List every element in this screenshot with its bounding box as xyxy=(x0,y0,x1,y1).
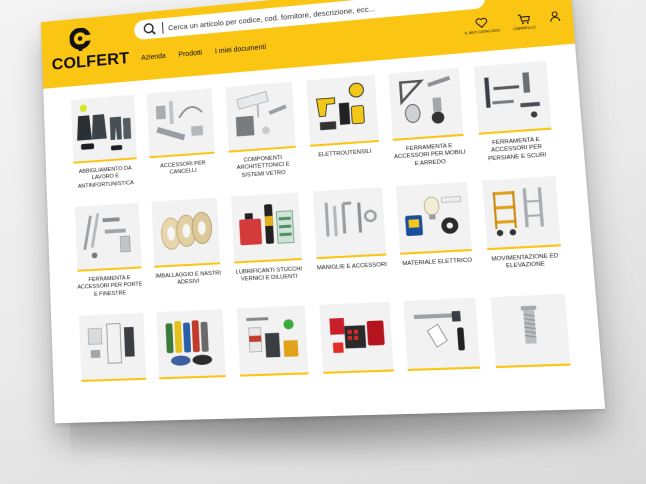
cart-button[interactable]: CARRELLO xyxy=(512,12,536,32)
category-card[interactable] xyxy=(488,293,578,410)
category-card[interactable]: COMPONENTI ARCHITETTONICI E SISTEMI VETR… xyxy=(223,81,301,190)
architectural-components-icon xyxy=(226,82,287,137)
category-label xyxy=(239,381,314,417)
cart-label: CARRELLO xyxy=(513,25,536,32)
handles-icon xyxy=(324,187,386,257)
category-thumbnail xyxy=(225,81,296,153)
category-label: LUBRIFICANTI STUCCHI VERNICI E DILUENTI xyxy=(235,266,303,283)
category-card[interactable]: MATERIALE ELETTRICO xyxy=(393,181,478,294)
search-icon[interactable] xyxy=(142,21,158,38)
gate-accessories-icon xyxy=(156,101,203,141)
colfert-logo[interactable]: COLFERT xyxy=(51,25,130,79)
category-card[interactable]: LUBRIFICANTI STUCCHI VERNICI E DILUENTI xyxy=(228,192,307,302)
workwear-icon xyxy=(76,104,132,151)
category-card[interactable] xyxy=(234,305,314,416)
category-label: MATERIALE ELETTRICO xyxy=(402,257,473,268)
category-label: MANIGLIE E ACCESSORI xyxy=(316,261,388,272)
header-actions: IL MIO CATALOGO CARRELLO xyxy=(463,9,562,36)
category-thumbnail xyxy=(482,176,562,251)
category-label: FERRAMENTA E ACCESSORI PER PERSIANE E SC… xyxy=(487,136,547,162)
category-card[interactable]: FERRAMENTA E ACCESSORI PER PORTE E FINES… xyxy=(72,202,146,309)
category-thumbnail xyxy=(396,181,473,255)
nav-item-documenti[interactable]: I miei documenti xyxy=(215,44,266,55)
electrical-material-icon xyxy=(405,182,472,237)
category-label: COMPONENTI ARCHITETTONICI E SISTEMI VETR… xyxy=(236,154,290,179)
category-label: ABBIGLIAMENTO DA LAVORO E ANTINFORTUNIST… xyxy=(77,165,134,190)
category-card[interactable] xyxy=(316,301,399,415)
sealants-icon xyxy=(165,320,213,366)
power-tools-icon xyxy=(306,75,379,131)
category-thumbnail xyxy=(306,74,379,147)
logo-text: COLFERT xyxy=(51,48,130,74)
category-thumbnail xyxy=(490,293,571,369)
tool-cases-icon xyxy=(329,317,385,354)
search-bar[interactable] xyxy=(133,0,486,41)
category-thumbnail xyxy=(388,67,465,141)
my-catalog-label: IL MIO CATALOGO xyxy=(464,28,501,36)
category-card[interactable]: ACCESSORI PER CANCELLI xyxy=(144,88,220,196)
category-thumbnail xyxy=(151,197,221,268)
tape-icon xyxy=(152,198,221,266)
category-thumbnail xyxy=(231,192,303,264)
category-card[interactable]: FERRAMENTA E ACCESSORI PER MOBILI E ARRE… xyxy=(386,67,470,181)
shutter-hardware-icon xyxy=(484,72,541,118)
category-label: FERRAMENTA E ACCESSORI PER PORTE E FINES… xyxy=(77,275,143,298)
category-label xyxy=(407,375,486,412)
main-nav: Azienda Prodotti I miei documenti xyxy=(141,44,266,62)
browser-screen: COLFERT Azienda Prodotti I miei document… xyxy=(40,0,606,424)
lifting-icon xyxy=(492,187,545,237)
category-card[interactable] xyxy=(154,309,231,418)
category-card[interactable]: MANIGLIE E ACCESSORI xyxy=(310,187,392,299)
door-window-hardware-icon xyxy=(83,213,131,259)
search-separator xyxy=(162,22,164,34)
cart-icon xyxy=(517,12,531,25)
category-card[interactable]: IMBALLAGGIO E NASTRI ADESIVI xyxy=(149,197,225,306)
category-label: ACCESSORI PER CANCELLI xyxy=(160,160,206,176)
category-grid: ABBIGLIAMENTO DA LAVORO E ANTINFORTUNIST… xyxy=(68,60,577,420)
category-label xyxy=(321,378,398,414)
category-label: FERRAMENTA E ACCESSORI PER MOBILI E ARRE… xyxy=(393,142,466,167)
search-input[interactable] xyxy=(167,0,486,32)
category-card[interactable]: FERRAMENTA E ACCESSORI PER PERSIANE E SC… xyxy=(471,60,558,174)
nav-item-prodotti[interactable]: Prodotti xyxy=(178,50,202,59)
lubricants-icon xyxy=(239,203,302,246)
heart-icon xyxy=(475,16,489,29)
category-label xyxy=(80,386,150,421)
logo-mark-icon xyxy=(69,27,91,52)
door-closer-icon xyxy=(87,313,135,380)
category-card[interactable] xyxy=(76,312,151,421)
safety-lock-icon xyxy=(414,310,466,351)
category-thumbnail xyxy=(156,309,227,380)
my-catalog-button[interactable]: IL MIO CATALOGO xyxy=(463,15,500,36)
category-label xyxy=(494,372,576,409)
category-thumbnail xyxy=(147,88,216,159)
category-thumbnail xyxy=(312,187,387,260)
nav-item-azienda[interactable]: Azienda xyxy=(141,53,166,62)
category-thumbnail xyxy=(403,297,481,372)
category-card[interactable] xyxy=(401,297,487,412)
user-icon xyxy=(548,9,562,23)
category-thumbnail xyxy=(236,305,309,377)
category-card[interactable]: MOVIMENTAZIONE ED ELEVAZIONE xyxy=(479,176,567,291)
category-thumbnail xyxy=(473,60,552,135)
account-button[interactable] xyxy=(548,9,562,24)
category-thumbnail xyxy=(319,301,394,374)
category-label: ELETTROUTENSILI xyxy=(318,148,372,159)
threaded-insert-icon xyxy=(520,305,571,344)
category-thumbnail xyxy=(74,202,142,272)
category-thumbnail xyxy=(70,94,137,164)
cleaning-products-icon xyxy=(246,317,299,358)
category-label: IMBALLAGGIO E NASTRI ADESIVI xyxy=(155,270,222,287)
category-card[interactable]: ELETTROUTENSILI xyxy=(303,74,384,186)
category-label: MOVIMENTAZIONE ED ELEVAZIONE xyxy=(491,252,559,270)
category-thumbnail xyxy=(78,312,147,382)
category-label xyxy=(158,383,230,418)
category-card[interactable]: ABBIGLIAMENTO DA LAVORO E ANTINFORTUNIST… xyxy=(68,94,141,201)
furniture-hardware-icon xyxy=(389,75,451,139)
